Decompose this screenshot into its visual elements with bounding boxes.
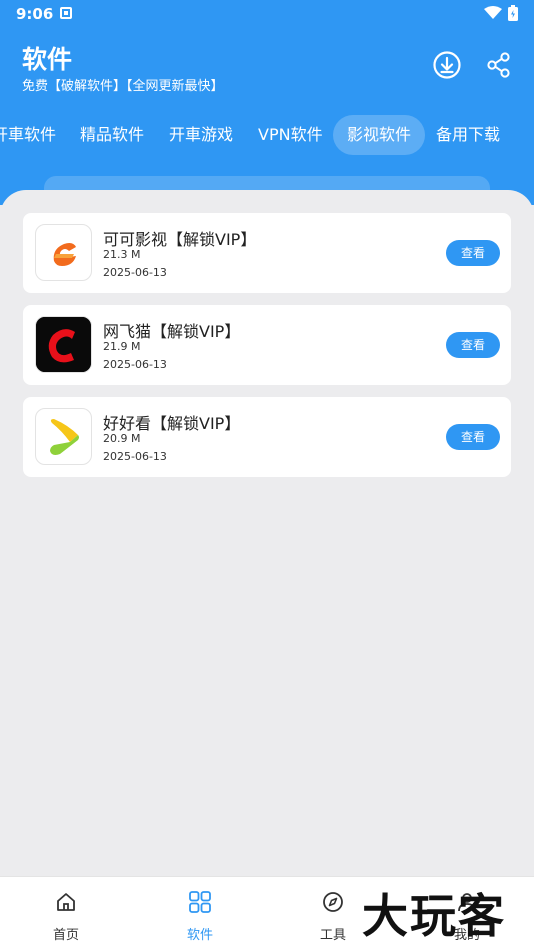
share-button[interactable] — [482, 48, 516, 82]
app-date: 2025-06-13 — [103, 450, 167, 463]
list-item[interactable]: 可可影视【解锁VIP】 21.3 M 2025-06-13 查看 — [23, 213, 511, 293]
nav-label: 工具 — [319, 928, 346, 943]
haohaokan-logo-icon — [35, 408, 92, 465]
watermark: 大玩客 — [362, 889, 506, 943]
status-time: 9:06 — [16, 5, 54, 23]
keke-logo-icon — [35, 224, 92, 281]
page-title: 软件 — [22, 45, 73, 74]
compass-icon — [323, 892, 343, 912]
category-tabs: 开車软件 精品软件 开車游戏 VPN软件 影视软件 备用下载 — [0, 115, 534, 155]
tab-vpn-apps[interactable]: VPN软件 — [258, 115, 323, 155]
tab-video-apps[interactable]: 影视软件 — [333, 115, 426, 155]
app-size: 21.3 M — [103, 248, 141, 261]
app-size: 21.9 M — [103, 340, 141, 353]
app-date: 2025-06-13 — [103, 266, 167, 279]
grid-icon — [189, 891, 211, 913]
nav-item-software[interactable]: 软件 — [160, 877, 240, 950]
tab-backup-download[interactable]: 备用下载 — [436, 115, 500, 155]
download-button[interactable] — [430, 48, 464, 82]
notification-icon — [60, 7, 72, 19]
tab-adult-games[interactable]: 开車游戏 — [169, 115, 233, 155]
nav-label: 软件 — [186, 928, 213, 943]
view-button[interactable]: 查看 — [446, 332, 500, 358]
app-name: 可可影视【解锁VIP】 — [103, 230, 257, 249]
tab-premium-apps[interactable]: 精品软件 — [80, 115, 144, 155]
status-bar: 9:06 — [0, 0, 534, 28]
app-size: 20.9 M — [103, 432, 141, 445]
view-button[interactable]: 查看 — [446, 424, 500, 450]
nav-label: 首页 — [52, 928, 79, 943]
header: 9:06 软件 免费【破解软件】【全网更新最快】 开車软件 精品软件 开車游戏 … — [0, 0, 534, 205]
home-icon — [57, 893, 75, 911]
wifi-icon — [484, 6, 502, 19]
tab-adult-apps[interactable]: 开車软件 — [0, 115, 56, 155]
battery-icon — [508, 5, 518, 21]
app-date: 2025-06-13 — [103, 358, 167, 371]
list-item[interactable]: 网飞猫【解锁VIP】 21.9 M 2025-06-13 查看 — [23, 305, 511, 385]
view-button[interactable]: 查看 — [446, 240, 500, 266]
nav-item-tools[interactable]: 工具 — [293, 877, 373, 950]
share-icon — [487, 52, 510, 78]
app-name: 好好看【解锁VIP】 — [103, 414, 241, 433]
download-icon — [433, 51, 461, 79]
nav-item-home[interactable]: 首页 — [26, 877, 106, 950]
netflix-cat-logo-icon — [35, 316, 92, 373]
list-item[interactable]: 好好看【解锁VIP】 20.9 M 2025-06-13 查看 — [23, 397, 511, 477]
page-subtitle: 免费【破解软件】【全网更新最快】 — [22, 79, 224, 94]
app-list: 可可影视【解锁VIP】 21.3 M 2025-06-13 查看 网飞猫【解锁V… — [0, 190, 534, 880]
app-name: 网飞猫【解锁VIP】 — [103, 322, 241, 341]
